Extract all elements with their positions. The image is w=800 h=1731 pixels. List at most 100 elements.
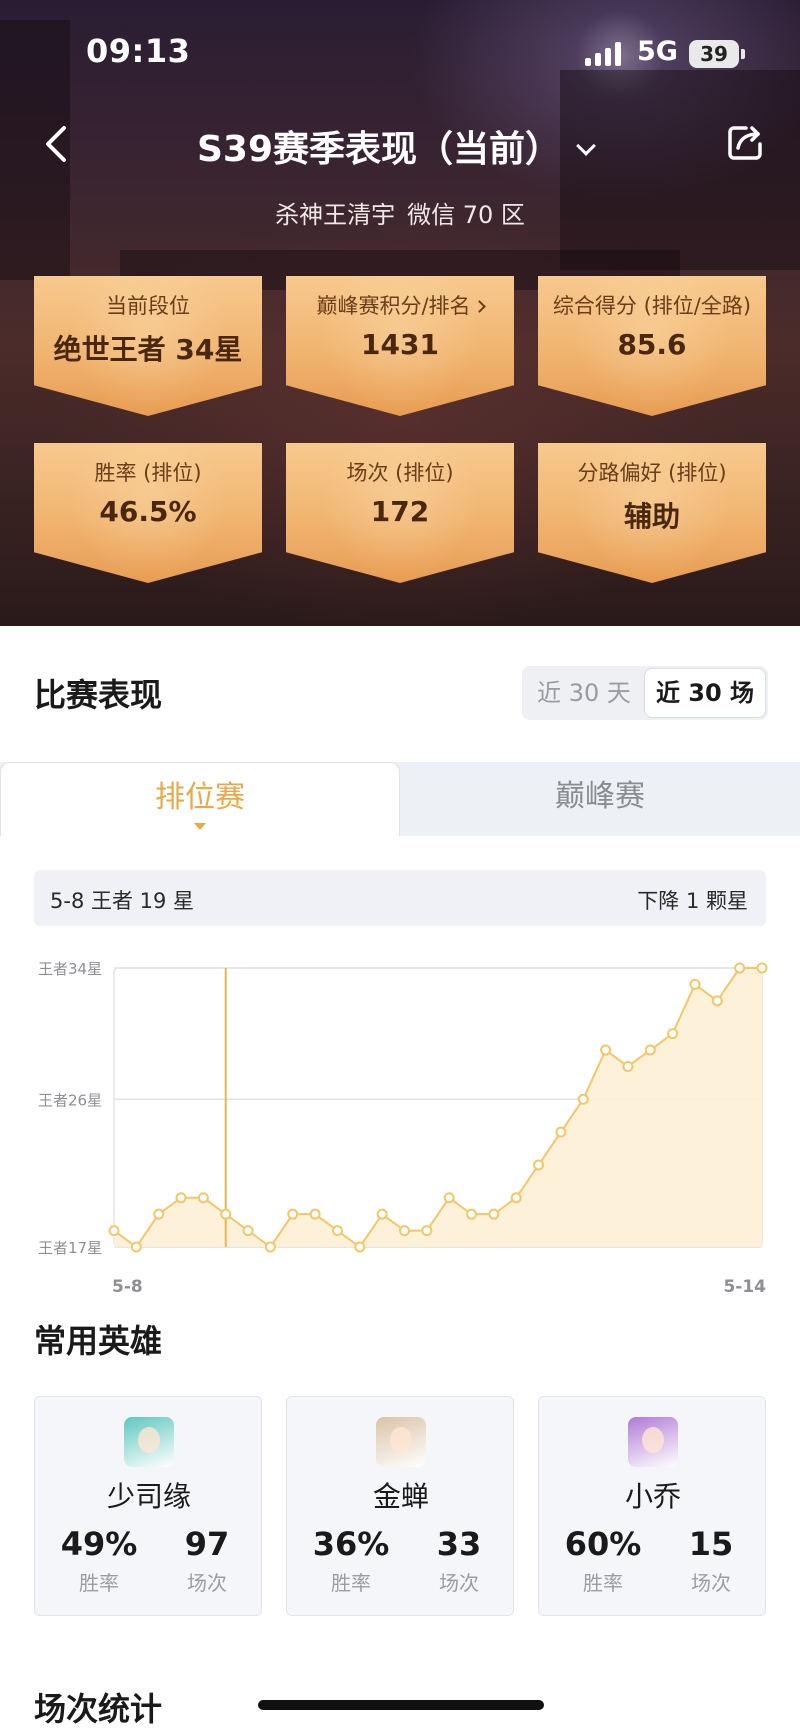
x-start-label: 5-8 (112, 1277, 143, 1297)
data-point (153, 1208, 165, 1220)
filter-30-games[interactable]: 近 30 场 (644, 668, 766, 718)
stat-card-role: 分路偏好 (排位) 辅助 (538, 443, 766, 583)
data-point (466, 1208, 478, 1220)
data-point (756, 962, 768, 974)
hero-games-label: 场次 (439, 1571, 479, 1595)
selected-point-change: 下降 1 颗星 (637, 889, 748, 913)
hero-card[interactable]: 小乔 60% 胜率 15 场次 (538, 1396, 766, 1616)
period-filter: 近 30 天 近 30 场 (522, 666, 768, 720)
stat-card-label: 分路偏好 (排位) (577, 461, 727, 485)
stat-card-value: 绝世王者 34星 (53, 333, 243, 366)
data-point (577, 1093, 589, 1105)
x-end-label: 5-14 (723, 1277, 766, 1297)
hero-games-label: 场次 (187, 1571, 227, 1595)
hero-win-rate-label: 胜率 (331, 1571, 371, 1595)
chevron-right-icon (472, 300, 486, 313)
hero-win-rate-value: 36% (312, 1525, 390, 1563)
hero-games-value: 15 (688, 1525, 734, 1563)
stat-card-value: 1431 (361, 328, 439, 361)
hero-win-rate-value: 60% (564, 1525, 642, 1563)
data-point (488, 1208, 500, 1220)
hero-card[interactable]: 金蝉 36% 胜率 33 场次 (286, 1396, 514, 1616)
data-point (667, 1028, 679, 1040)
stat-card-value: 46.5% (99, 495, 197, 528)
data-point (510, 1192, 522, 1204)
data-point (734, 962, 746, 974)
selected-point-info: 5-8 王者 19 星 下降 1 颗星 (34, 870, 766, 926)
chevron-down-icon (576, 136, 596, 156)
player-server: 微信 70 区 (407, 201, 525, 229)
data-point (264, 1241, 276, 1253)
tab-ranked[interactable]: 排位赛 (0, 762, 400, 836)
signal-icon (585, 42, 621, 66)
hero-win-rate: 49% 胜率 (49, 1525, 149, 1596)
caret-down-icon (194, 823, 206, 830)
data-point (600, 1044, 612, 1056)
stat-card-value: 辅助 (623, 500, 680, 533)
data-point (689, 978, 701, 990)
hero-card[interactable]: 少司缘 49% 胜率 97 场次 (34, 1396, 262, 1616)
data-point (287, 1208, 299, 1220)
section-title-heroes: 常用英雄 (34, 1322, 163, 1360)
stat-card-games: 场次 (排位) 172 (286, 443, 514, 583)
battery-icon: 39 (689, 40, 745, 68)
hero-win-rate-value: 49% (60, 1525, 138, 1563)
season-selector[interactable]: S39赛季表现（当前） (0, 120, 800, 172)
data-point (376, 1208, 388, 1220)
data-point (354, 1241, 366, 1253)
y-tick-label: 王者34星 (38, 960, 102, 978)
data-point (555, 1126, 567, 1138)
nav-bar: S39赛季表现（当前） (0, 110, 800, 180)
status-time: 09:13 (86, 32, 191, 70)
filter-30-days[interactable]: 近 30 天 (522, 666, 646, 720)
hero-games: 15 场次 (661, 1525, 761, 1596)
hero-games: 97 场次 (157, 1525, 257, 1596)
stat-card-value: 85.6 (617, 328, 687, 361)
hero-games: 33 场次 (409, 1525, 509, 1596)
data-point (533, 1159, 545, 1171)
page-title: S39赛季表现（当前） (196, 129, 562, 170)
tab-peak[interactable]: 巅峰赛 (400, 762, 800, 836)
stat-card-peak[interactable]: 巅峰赛积分/排名 1431 (286, 276, 514, 416)
share-icon[interactable] (724, 122, 766, 164)
match-type-tabs: 排位赛 巅峰赛 (0, 762, 800, 836)
data-point (398, 1225, 410, 1237)
hero-avatar (124, 1417, 174, 1467)
tab-label: 巅峰赛 (555, 779, 645, 814)
stat-card-rank: 当前段位 绝世王者 34星 (34, 276, 262, 416)
data-point (130, 1241, 142, 1253)
section-title-games: 场次统计 (34, 1690, 163, 1728)
hero-games-label: 场次 (691, 1571, 731, 1595)
hero-win-rate: 60% 胜率 (553, 1525, 653, 1596)
data-point (242, 1225, 254, 1237)
stat-card-label: 巅峰赛积分/排名 (286, 290, 514, 320)
network-type: 5G (637, 36, 678, 67)
data-point (220, 1208, 232, 1220)
player-name: 杀神王清宇 (275, 201, 396, 229)
data-point (443, 1192, 455, 1204)
rank-trend-chart[interactable]: 王者34星王者26星王者17星 5-8 5-14 (0, 940, 800, 1300)
stat-card-label: 场次 (排位) (346, 461, 454, 485)
selected-point-rank: 5-8 王者 19 星 (50, 889, 195, 913)
data-point (175, 1192, 187, 1204)
hero-win-rate-label: 胜率 (583, 1571, 623, 1595)
hero-name: 少司缘 (106, 1480, 191, 1513)
hero-win-rate: 36% 胜率 (301, 1525, 401, 1596)
data-point (421, 1225, 433, 1237)
data-point (711, 995, 723, 1007)
data-point (309, 1208, 321, 1220)
data-point (644, 1044, 656, 1056)
status-bar: 09:13 5G 39 (0, 0, 800, 100)
tab-label: 排位赛 (155, 780, 245, 815)
data-point (108, 1225, 120, 1237)
hero-games-value: 33 (436, 1525, 482, 1563)
hero-name: 金蝉 (372, 1480, 429, 1513)
stat-card-label: 当前段位 (106, 294, 190, 318)
data-point (622, 1060, 634, 1072)
battery-level: 39 (689, 40, 739, 68)
stat-card-score: 综合得分 (排位/全路) 85.6 (538, 276, 766, 416)
stat-card-label: 综合得分 (排位/全路) (552, 294, 752, 318)
hero-avatar (376, 1417, 426, 1467)
home-indicator (258, 1700, 544, 1710)
section-title-performance: 比赛表现 (34, 676, 163, 714)
